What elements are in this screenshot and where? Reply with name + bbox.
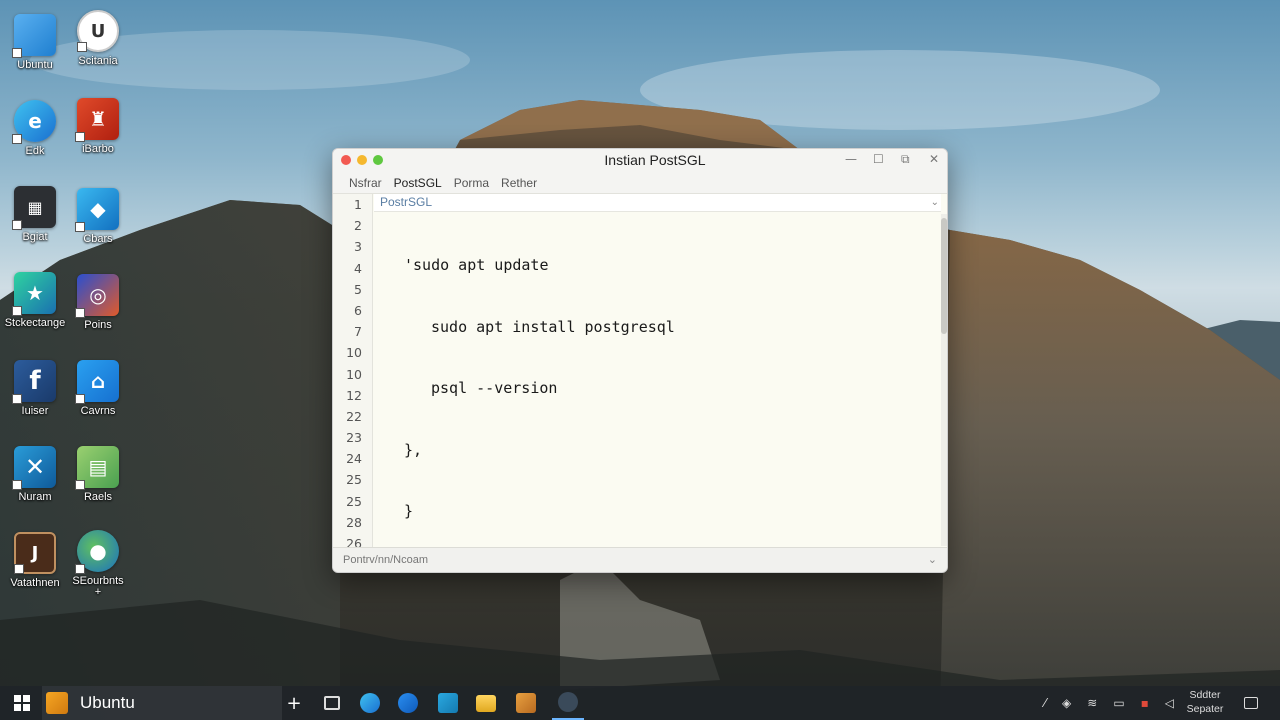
- store-icon[interactable]: [434, 686, 462, 720]
- desktop-icon-cbars[interactable]: ◆ Cbars: [63, 188, 133, 262]
- file-tab[interactable]: PostrSGL ⌄: [374, 194, 941, 212]
- desktop-icon-nuram[interactable]: ✕ Nuram: [0, 446, 70, 520]
- file-tab-label: PostrSGL: [380, 195, 433, 209]
- vertical-scrollbar[interactable]: [941, 214, 947, 546]
- scrollbar-thumb[interactable]: [941, 218, 947, 334]
- clock-app-icon: U: [77, 10, 119, 52]
- line-number: 5: [354, 281, 362, 297]
- edge-icon: e: [12, 100, 56, 144]
- desktop-icon-poins[interactable]: ◎ Poins: [63, 274, 133, 348]
- line-number: 12: [346, 387, 362, 403]
- minimize-button[interactable]: —: [845, 152, 857, 166]
- chevron-down-icon[interactable]: ⌄: [928, 548, 937, 572]
- status-bar: Pontrv/nn/Ncoam ⌄: [333, 547, 947, 572]
- swirl-app-icon: ◎: [75, 274, 119, 318]
- close-button[interactable]: ✕: [929, 152, 939, 166]
- network-icon[interactable]: ◈: [1062, 696, 1071, 710]
- ubuntu-app-icon: [46, 692, 68, 714]
- chevron-down-icon[interactable]: ⌄: [931, 194, 939, 211]
- code-line-3: psql --version: [374, 378, 675, 399]
- code-line-4: },: [404, 440, 423, 459]
- code-content[interactable]: 'sudo apt update sudo apt install postgr…: [374, 214, 675, 563]
- code-line-2: sudo apt install postgresql: [374, 317, 675, 338]
- notification-red-icon[interactable]: ▪: [1141, 696, 1149, 710]
- x-app-icon: ✕: [12, 446, 56, 490]
- desktop-icon-iuiser[interactable]: f Iuiser: [0, 360, 70, 434]
- desktop-icon-stckectange[interactable]: ★ Stckectange: [0, 272, 70, 346]
- desktop-icon-vatathnen[interactable]: J Vatathnen: [0, 532, 70, 606]
- document-app-icon: ▤: [75, 446, 119, 490]
- taskbar-app-ubuntu[interactable]: Ubuntu: [42, 686, 282, 720]
- line-number: 3: [354, 239, 362, 255]
- clock-line-1: Sddter: [1189, 689, 1221, 701]
- code-line-5: }: [404, 502, 414, 520]
- desktop-icon-ibarbo[interactable]: ♜ iBarbo: [63, 98, 133, 172]
- line-number: 28: [346, 514, 362, 530]
- code-line-1: 'sudo apt update: [404, 256, 549, 274]
- menu-bar: Nsfrar PostSGL Porma Rether: [333, 173, 947, 193]
- globe-icon: ●: [75, 530, 119, 574]
- line-number: 7: [354, 324, 362, 340]
- desktop-plus-label: +: [94, 586, 102, 598]
- active-app-icon[interactable]: [552, 686, 584, 720]
- desktop-icon-scitania[interactable]: U Scitania: [63, 10, 133, 84]
- window-titlebar[interactable]: Instian PostSGL — ☐ ⧉ ✕: [333, 149, 947, 173]
- pen-icon[interactable]: ⁄: [1044, 696, 1046, 710]
- desktop-icon-edk[interactable]: e Edk: [0, 100, 70, 174]
- desktop-icon-raels[interactable]: ▤ Raels: [63, 446, 133, 520]
- line-number: 1: [354, 197, 362, 212]
- cube-icon: ◆: [75, 188, 119, 232]
- new-tab-button[interactable]: +: [284, 686, 304, 720]
- windows-logo-icon: [14, 695, 30, 711]
- desktop-icon-cavrns[interactable]: ⌂ Cavrns: [63, 360, 133, 434]
- terminal-icon: ▦: [12, 186, 56, 230]
- notification-center-icon[interactable]: [1238, 686, 1264, 720]
- folder-icon: [12, 14, 56, 58]
- line-number: 24: [346, 451, 362, 467]
- taskbar: Ubuntu + ⁄ ◈ ≋ ▭ ▪ ◁ Sddter Sepater: [0, 686, 1280, 720]
- menu-item-2[interactable]: PostSGL: [394, 176, 442, 190]
- taskbar-app-label: Ubuntu: [80, 693, 135, 712]
- volume-icon[interactable]: ◁: [1165, 696, 1174, 710]
- letter-f-app-icon: f: [12, 360, 56, 404]
- menu-item-1[interactable]: Nsfrar: [349, 176, 382, 190]
- menu-item-3[interactable]: Porma: [454, 176, 489, 190]
- desktop-icon-seourbnts[interactable]: ● SEourbnts +: [63, 530, 133, 604]
- restore-button[interactable]: ⧉: [901, 152, 910, 167]
- line-number: 23: [346, 430, 362, 446]
- line-number-gutter: 1 2 3 4 5 6 7 10 10 12 22 23 24 25 25 28 26: [333, 194, 373, 551]
- line-number: 25: [346, 493, 362, 509]
- castle-app-icon: ♜: [75, 98, 119, 142]
- line-number: 22: [346, 408, 362, 424]
- status-text: Pontrv/nn/Ncoam: [343, 554, 428, 566]
- editor-app-icon[interactable]: [512, 686, 540, 720]
- code-line-3-text: psql --version: [431, 379, 558, 397]
- wifi-icon[interactable]: ≋: [1087, 696, 1097, 710]
- desktop-icon-bgiat[interactable]: ▦ Bgiat: [0, 186, 70, 260]
- system-tray: ⁄ ◈ ≋ ▭ ▪ ◁: [1044, 686, 1174, 720]
- line-number: 10: [346, 366, 362, 382]
- code-editor[interactable]: 1 2 3 4 5 6 7 10 10 12 22 23 24 25 25 28 26 PostrSGL ⌄ '…: [333, 193, 947, 551]
- star-app-icon: ★: [12, 272, 56, 316]
- edge-icon[interactable]: [356, 686, 384, 720]
- line-number: 10: [346, 345, 362, 361]
- line-number: 2: [354, 218, 362, 234]
- home-app-icon: ⌂: [75, 360, 119, 404]
- line-number: 6: [354, 302, 362, 318]
- file-explorer-icon[interactable]: [472, 686, 500, 720]
- editor-window[interactable]: Instian PostSGL — ☐ ⧉ ✕ Nsfrar PostSGL P…: [332, 148, 948, 573]
- clock-line-2: Sepater: [1186, 703, 1224, 715]
- maximize-button[interactable]: ☐: [873, 152, 884, 166]
- start-button[interactable]: [8, 686, 36, 720]
- browser-icon[interactable]: [394, 686, 422, 720]
- brown-app-icon: J: [14, 532, 56, 574]
- line-number: 25: [346, 472, 362, 488]
- clock[interactable]: Sddter Sepater: [1180, 688, 1230, 716]
- code-line-2-text: sudo apt install postgresql: [431, 317, 675, 336]
- line-number: 4: [354, 260, 362, 276]
- desktop-icon-ubuntu[interactable]: Ubuntu: [0, 14, 70, 88]
- task-view-icon[interactable]: [318, 686, 346, 720]
- menu-item-4[interactable]: Rether: [501, 176, 537, 190]
- battery-icon[interactable]: ▭: [1113, 696, 1124, 710]
